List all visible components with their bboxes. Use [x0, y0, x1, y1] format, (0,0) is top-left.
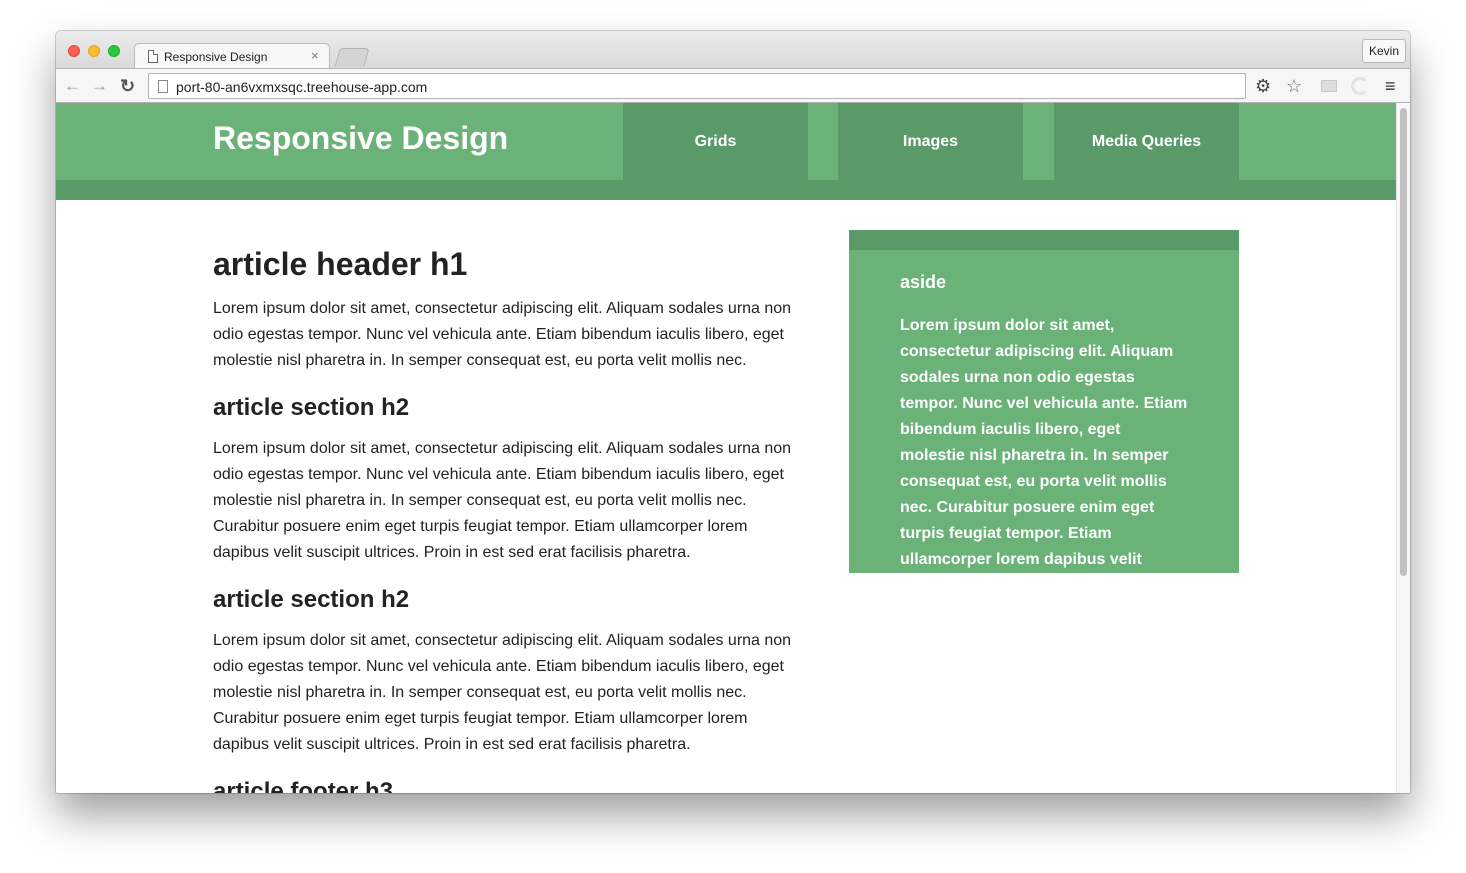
vertical-scrollbar[interactable]: [1396, 103, 1410, 793]
browser-tab[interactable]: Responsive Design: [134, 43, 330, 69]
scrollbar-thumb[interactable]: [1400, 108, 1407, 576]
close-window-button[interactable]: [68, 45, 80, 57]
site-title[interactable]: Responsive Design: [213, 120, 508, 157]
browser-toolbar: ← → ↻ port-80-an6vxmxsqc.treehouse-app.c…: [56, 68, 1410, 103]
back-arrow-icon[interactable]: ←: [64, 74, 81, 98]
document-icon: [148, 50, 158, 63]
page-viewport: Responsive Design Grids Images Media Que…: [56, 103, 1396, 793]
profile-button[interactable]: Kevin: [1361, 39, 1406, 63]
page-info-icon[interactable]: [158, 80, 168, 93]
main-article: article header h1 Lorem ipsum dolor sit …: [213, 246, 803, 793]
site-header: Responsive Design Grids Images Media Que…: [56, 103, 1396, 200]
bookmark-star-icon[interactable]: ☆: [1286, 75, 1302, 97]
nav-item-images[interactable]: Images: [838, 103, 1023, 180]
title-bar: Responsive Design × Kevin: [56, 31, 1410, 69]
browser-window: Responsive Design × Kevin ← → ↻ port-80-…: [56, 31, 1410, 793]
section-paragraph: Lorem ipsum dolor sit amet, consectetur …: [213, 440, 792, 561]
reload-icon[interactable]: ↻: [120, 74, 135, 98]
menu-icon[interactable]: ≡: [1385, 75, 1396, 97]
minimize-window-button[interactable]: [88, 45, 100, 57]
tab-close-icon[interactable]: ×: [311, 48, 319, 63]
extension-icon[interactable]: [1351, 77, 1369, 95]
address-bar[interactable]: port-80-an6vxmxsqc.treehouse-app.com: [148, 73, 1246, 99]
nav-item-grids[interactable]: Grids: [623, 103, 808, 180]
article-paragraph: Lorem ipsum dolor sit amet, consectetur …: [213, 300, 792, 369]
forward-arrow-icon[interactable]: →: [91, 74, 108, 98]
partial-heading: article footer h3: [213, 778, 394, 793]
aside-panel: aside Lorem ipsum dolor sit amet, consec…: [849, 230, 1239, 594]
zoom-window-button[interactable]: [108, 45, 120, 57]
section-paragraph: Lorem ipsum dolor sit amet, consectetur …: [213, 632, 792, 753]
nav-item-media-queries[interactable]: Media Queries: [1054, 103, 1239, 180]
section-heading: article section h2: [213, 394, 410, 421]
article-heading: article header h1: [213, 246, 468, 282]
gear-icon[interactable]: ⚙: [1255, 75, 1271, 97]
cast-icon[interactable]: [1321, 80, 1337, 92]
url-text[interactable]: port-80-an6vxmxsqc.treehouse-app.com: [176, 79, 427, 95]
aside-paragraph: Lorem ipsum dolor sit amet, consectetur …: [900, 317, 1188, 594]
section-heading: article section h2: [213, 586, 410, 613]
aside-heading: aside: [900, 272, 947, 292]
new-tab-button[interactable]: [334, 48, 370, 67]
tab-title: Responsive Design: [164, 50, 268, 64]
